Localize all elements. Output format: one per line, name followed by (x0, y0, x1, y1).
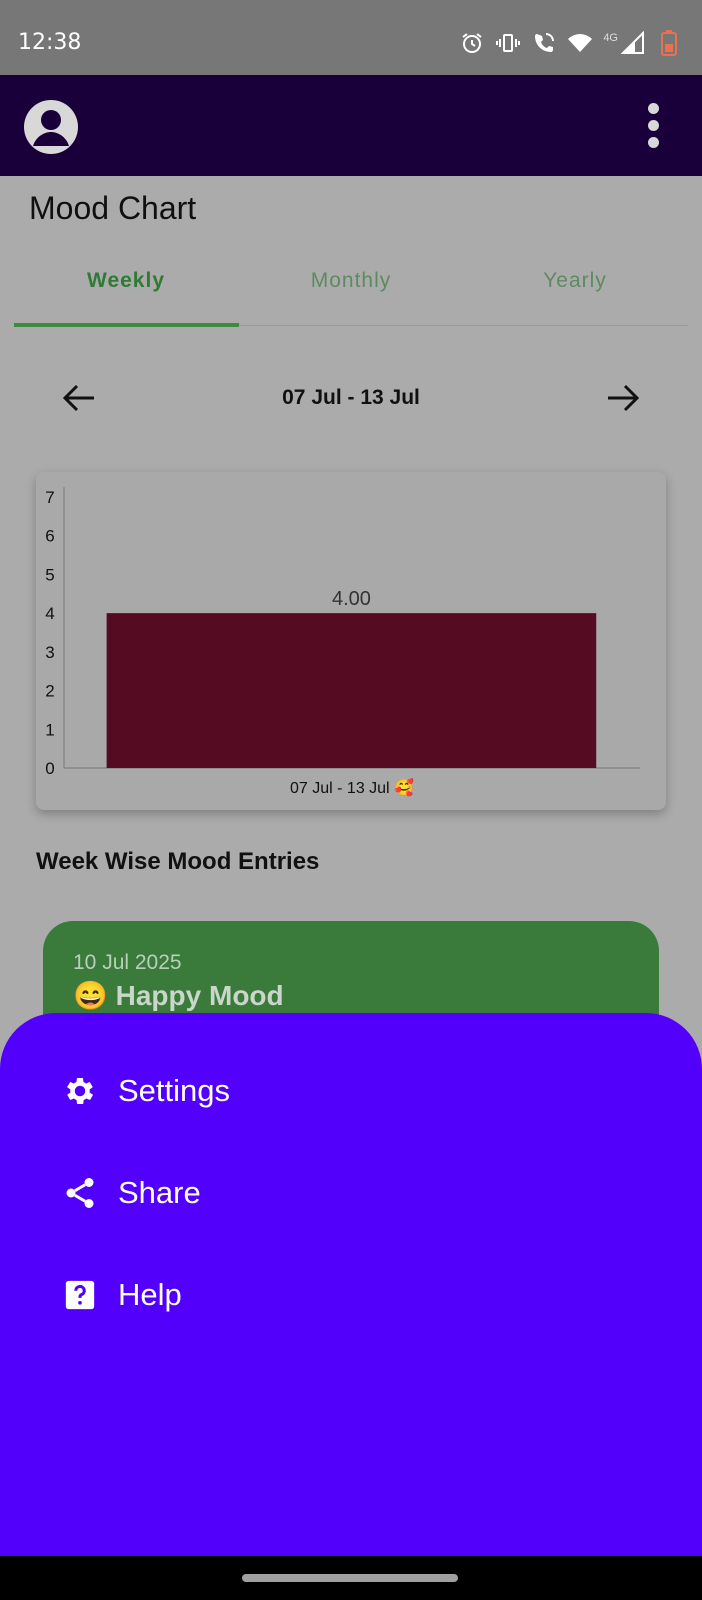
mood-chart-card: 0 1 2 3 4 5 6 7 4.00 07 Jul - 13 Jul 🥰 (36, 472, 666, 810)
signal-icon (620, 30, 646, 56)
tab-weekly[interactable]: Weekly (14, 255, 238, 325)
more-options-icon[interactable] (648, 103, 660, 149)
entry-date: 10 Jul 2025 (73, 951, 182, 974)
entry-mood: 😄 Happy Mood (73, 980, 284, 1011)
wifi-call-icon (531, 30, 557, 56)
status-time: 12:38 (18, 30, 82, 55)
menu-item-label: Share (118, 1175, 201, 1210)
profile-avatar-icon[interactable] (24, 100, 78, 154)
home-gesture-handle[interactable] (242, 1574, 458, 1582)
vibrate-icon (495, 30, 521, 56)
gear-icon (62, 1073, 98, 1109)
status-bar: 12:38 4G (0, 0, 702, 75)
y-tick-label: 6 (45, 527, 54, 546)
y-tick-label: 3 (45, 643, 54, 662)
tab-indicator (14, 323, 239, 327)
bar-value-label: 4.00 (332, 588, 371, 610)
menu-item-label: Settings (118, 1073, 231, 1108)
help-icon (62, 1277, 98, 1313)
menu-item-settings[interactable]: Settings (62, 1061, 230, 1121)
y-tick-label: 5 (45, 565, 54, 584)
page-title: Mood Chart (29, 190, 197, 226)
status-icons: 4G (459, 30, 682, 56)
wifi-icon (567, 30, 593, 56)
y-tick-label: 1 (45, 720, 54, 739)
x-tick-label: 07 Jul - 13 Jul 🥰 (290, 778, 414, 797)
tab-monthly[interactable]: Monthly (239, 255, 463, 325)
menu-item-help[interactable]: Help (62, 1265, 182, 1325)
bottom-sheet-menu: Settings Share Help (0, 1013, 702, 1556)
network-type: 4G (603, 32, 618, 44)
tab-yearly[interactable]: Yearly (463, 255, 687, 325)
system-nav-bar (0, 1556, 702, 1600)
date-range-label: 07 Jul - 13 Jul (282, 386, 420, 409)
menu-item-label: Help (118, 1277, 182, 1312)
menu-item-share[interactable]: Share (62, 1163, 201, 1223)
mood-bar-chart: 0 1 2 3 4 5 6 7 4.00 07 Jul - 13 Jul 🥰 (45, 487, 640, 797)
y-tick-label: 2 (45, 682, 54, 701)
next-week-button[interactable] (598, 370, 648, 426)
date-range-nav: 07 Jul - 13 Jul (0, 370, 702, 426)
share-icon (62, 1175, 98, 1211)
bar (106, 613, 597, 768)
alarm-icon (459, 30, 485, 56)
tab-bar: Weekly Monthly Yearly (14, 255, 688, 327)
battery-icon (656, 30, 682, 56)
y-tick-label: 7 (45, 488, 54, 507)
arrow-right-icon (608, 384, 640, 412)
entries-section-title: Week Wise Mood Entries (36, 848, 320, 875)
y-tick-label: 0 (45, 759, 54, 778)
y-tick-label: 4 (45, 604, 54, 623)
app-bar (0, 75, 702, 176)
